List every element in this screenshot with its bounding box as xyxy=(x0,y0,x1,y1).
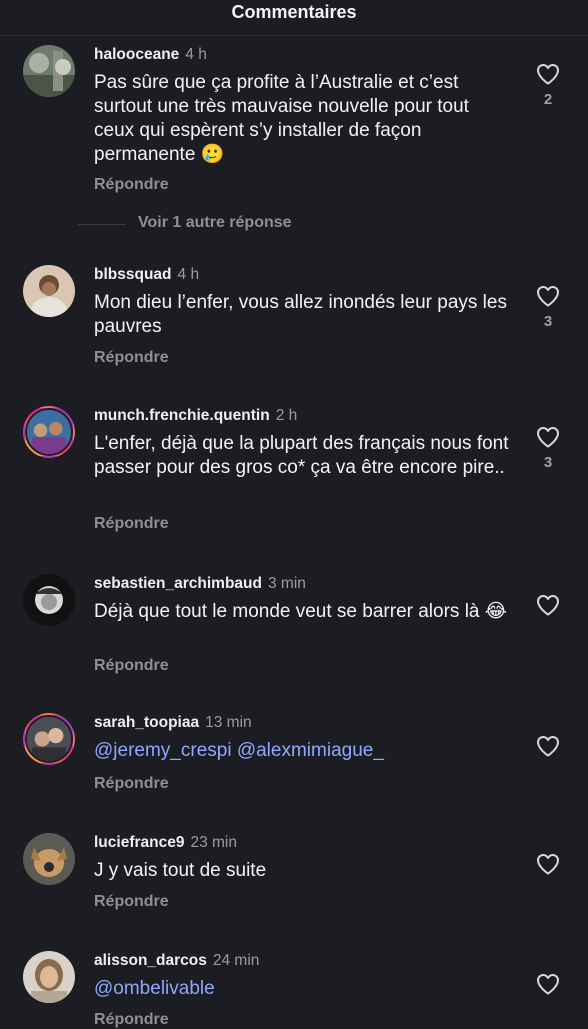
page-title: Commentaires xyxy=(231,2,357,22)
comments-header: Commentaires xyxy=(0,0,588,30)
avatar[interactable] xyxy=(23,406,75,458)
comment-username[interactable]: halooceane xyxy=(94,46,179,63)
comment-username[interactable]: sarah_toopiaa xyxy=(94,714,199,731)
heart-icon[interactable] xyxy=(536,426,560,448)
comment-username[interactable]: luciefrance9 xyxy=(94,834,184,851)
like-control[interactable]: 2 xyxy=(533,63,563,108)
heart-icon[interactable] xyxy=(536,735,560,757)
reply-button[interactable]: Répondre xyxy=(94,657,169,675)
view-more-replies-button[interactable]: Voir 1 autre réponse xyxy=(138,214,292,232)
like-control[interactable] xyxy=(533,853,563,875)
like-control[interactable] xyxy=(533,594,563,616)
comment-text: Déjà que tout le monde veut se barrer al… xyxy=(94,601,507,622)
reply-button[interactable]: Répondre xyxy=(94,515,169,533)
comment-text: L'enfer, déjà que la plupart des françai… xyxy=(94,433,509,478)
reply-button[interactable]: Répondre xyxy=(94,1011,169,1029)
avatar[interactable] xyxy=(23,265,75,317)
like-control[interactable] xyxy=(533,735,563,757)
comment-time: 24 min xyxy=(212,952,260,969)
comment-username[interactable]: blbssquad xyxy=(94,266,172,283)
comment-time: 4 h xyxy=(177,266,200,283)
like-count: 3 xyxy=(543,454,553,471)
like-count: 2 xyxy=(543,91,553,108)
mention-link[interactable]: @jeremy_crespi xyxy=(94,740,232,761)
heart-icon[interactable] xyxy=(536,594,560,616)
comment-text: Pas sûre que ça profite à l’Australie et… xyxy=(94,72,469,165)
reply-button[interactable]: Répondre xyxy=(94,349,169,367)
heart-icon[interactable] xyxy=(536,853,560,875)
mention-link[interactable]: @alexmimiague_ xyxy=(237,740,384,761)
avatar[interactable] xyxy=(23,45,75,97)
like-control[interactable]: 3 xyxy=(533,426,563,471)
comment-time: 13 min xyxy=(205,714,252,731)
comment-text: @ombelivable xyxy=(94,977,514,1001)
avatar[interactable] xyxy=(23,574,75,626)
mention-link[interactable]: @ombelivable xyxy=(94,978,215,999)
header-divider xyxy=(0,35,588,36)
like-control[interactable]: 3 xyxy=(533,285,563,330)
reply-button[interactable]: Répondre xyxy=(94,775,169,793)
comment-text: @jeremy_crespi @alexmimiague_ xyxy=(94,739,514,763)
comment-username[interactable]: munch.frenchie.quentin xyxy=(94,407,270,424)
avatar[interactable] xyxy=(23,951,75,1003)
comment-text: Mon dieu l’enfer, vous allez inondés leu… xyxy=(94,292,507,337)
comment-username[interactable]: alisson_darcos xyxy=(94,952,207,969)
like-control[interactable] xyxy=(533,973,563,995)
heart-icon[interactable] xyxy=(536,973,560,995)
comment-text: J y vais tout de suite xyxy=(94,860,267,881)
avatar[interactable] xyxy=(23,833,75,885)
comment-time: 4 h xyxy=(185,46,207,63)
avatar[interactable] xyxy=(23,713,75,765)
comment-time: 3 min xyxy=(267,575,306,592)
comment-time: 23 min xyxy=(190,834,237,851)
reply-button[interactable]: Répondre xyxy=(94,176,169,194)
reply-button[interactable]: Répondre xyxy=(94,893,169,911)
more-replies-divider xyxy=(78,224,126,225)
heart-icon[interactable] xyxy=(536,285,560,307)
heart-icon[interactable] xyxy=(536,63,560,85)
comment-username[interactable]: sebastien_archimbaud xyxy=(94,575,262,592)
like-count: 3 xyxy=(543,313,553,330)
comment-time: 2 h xyxy=(275,407,298,424)
